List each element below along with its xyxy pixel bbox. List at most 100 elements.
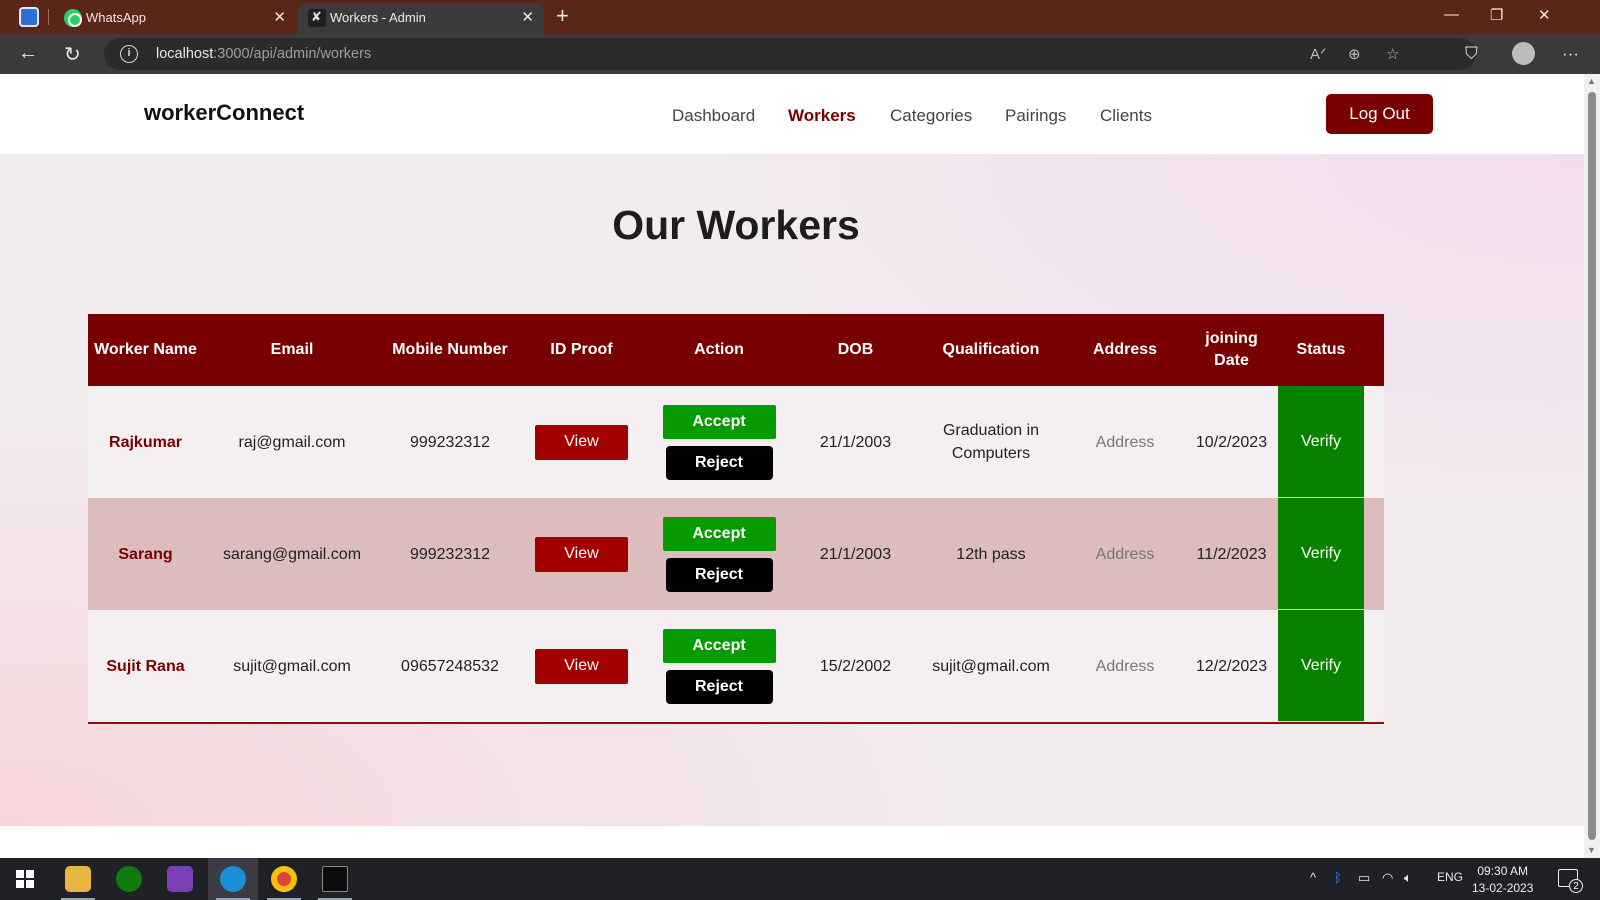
- taskbar-clock[interactable]: 09:30 AM 13-02-2023: [1472, 863, 1533, 897]
- column-header: joining Date: [1205, 330, 1258, 369]
- nav-workers[interactable]: Workers: [788, 106, 856, 126]
- restore-window-button[interactable]: ❐: [1490, 6, 1503, 24]
- column-header: Status: [1296, 341, 1346, 358]
- worker-qualification: sujit@gmail.com: [932, 657, 1050, 675]
- browser-tab-bar: WhatsApp ✕ Workers - Admin ✕ + — ❐ ✕: [0, 0, 1600, 34]
- minimize-window-button[interactable]: —: [1444, 6, 1459, 23]
- reject-button[interactable]: Reject: [665, 669, 773, 704]
- column-header: Mobile Number: [392, 341, 508, 358]
- nav-pairings[interactable]: Pairings: [1005, 106, 1066, 126]
- id-proof-cell: View: [519, 498, 644, 610]
- tab-separator: [48, 9, 49, 25]
- windows-start-icon[interactable]: [16, 870, 34, 888]
- workspaces-icon[interactable]: [19, 7, 39, 27]
- table-row: Sarang sarang@gmail.com 999232312 View A…: [88, 498, 1384, 610]
- worker-email: raj@gmail.com: [238, 433, 346, 451]
- whatsapp-icon: [64, 9, 82, 27]
- show-hidden-icons-chevron-icon[interactable]: ^: [1310, 870, 1316, 885]
- worker-qualification: Graduation in Computers: [942, 422, 1040, 462]
- worker-email: sujit@gmail.com: [233, 657, 351, 675]
- wifi-icon[interactable]: ◠: [1382, 870, 1393, 886]
- page-footer: [0, 826, 1584, 858]
- accept-button[interactable]: Accept: [662, 628, 776, 663]
- logout-button[interactable]: Log Out: [1326, 94, 1433, 134]
- volume-icon[interactable]: 🔈︎: [1404, 870, 1412, 886]
- zoom-icon[interactable]: ⊕: [1348, 45, 1361, 63]
- nav-categories[interactable]: Categories: [890, 106, 972, 126]
- read-aloud-icon[interactable]: Aᐟ: [1310, 45, 1326, 63]
- column-header: Email: [270, 341, 314, 358]
- terminal-icon[interactable]: [322, 866, 348, 892]
- column-header: Action: [694, 341, 744, 358]
- battery-icon[interactable]: ▭: [1358, 870, 1370, 886]
- windows-taskbar: ^ ᛒ ▭ ◠ 🔈︎ ENG 09:30 AM 13-02-2023 2: [0, 858, 1600, 900]
- browser-essentials-icon[interactable]: ⛉: [1465, 44, 1478, 64]
- notification-count-badge: 2: [1569, 879, 1583, 893]
- media-app-icon[interactable]: [167, 866, 193, 892]
- verify-status-button[interactable]: Verify: [1278, 610, 1364, 722]
- worker-joining-date: 11/2/2023: [1196, 545, 1267, 563]
- scroll-down-arrow-icon[interactable]: ▼: [1587, 845, 1596, 855]
- tab-title: Workers - Admin: [330, 10, 426, 25]
- worker-email: sarang@gmail.com: [222, 545, 362, 563]
- view-id-proof-button[interactable]: View: [535, 424, 628, 460]
- view-id-proof-button[interactable]: View: [535, 648, 628, 684]
- tab-close-icon[interactable]: ✕: [273, 8, 286, 26]
- edge-browser-icon[interactable]: [220, 866, 246, 892]
- site-info-icon[interactable]: i: [120, 45, 138, 63]
- accept-button[interactable]: Accept: [662, 404, 776, 439]
- url-field[interactable]: i localhost:3000/api/admin/workers Aᐟ ⊕ …: [104, 38, 1476, 70]
- worker-joining-date: 12/2/2023: [1195, 657, 1268, 675]
- back-button[interactable]: ←: [18, 42, 38, 65]
- column-header: Worker Name: [94, 341, 197, 358]
- chrome-icon[interactable]: [271, 866, 297, 892]
- id-proof-cell: View: [519, 610, 644, 722]
- column-header: Qualification: [942, 341, 1040, 358]
- reject-button[interactable]: Reject: [665, 557, 773, 592]
- column-header: DOB: [837, 341, 874, 358]
- table-row: Rajkumar raj@gmail.com 999232312 View Ac…: [88, 386, 1384, 498]
- url-text[interactable]: localhost:3000/api/admin/workers: [156, 46, 371, 62]
- worker-joining-date: 10/2/2023: [1195, 433, 1268, 451]
- worker-qualification: 12th pass: [956, 545, 1026, 563]
- reload-button[interactable]: ↻: [64, 42, 81, 67]
- tab-close-icon[interactable]: ✕: [521, 8, 534, 26]
- close-window-button[interactable]: ✕: [1538, 6, 1551, 24]
- tab-workers-admin[interactable]: Workers - Admin ✕: [298, 3, 544, 34]
- xbox-icon[interactable]: [116, 866, 142, 892]
- verify-status-button[interactable]: Verify: [1278, 386, 1364, 498]
- file-explorer-icon[interactable]: [65, 866, 91, 892]
- more-menu-icon[interactable]: ···: [1562, 44, 1579, 64]
- worker-address: Address: [1095, 657, 1155, 675]
- column-header: ID Proof: [550, 341, 613, 358]
- action-cell: Accept Reject: [644, 386, 794, 498]
- column-header: Address: [1092, 341, 1158, 358]
- tab-title: WhatsApp: [86, 10, 146, 25]
- worker-mobile: 09657248532: [401, 657, 499, 675]
- view-id-proof-button[interactable]: View: [535, 536, 628, 572]
- worker-mobile: 999232312: [409, 433, 491, 451]
- workers-table: Worker Name Email Mobile Number ID Proof…: [88, 314, 1384, 724]
- table-row: Sujit Rana sujit@gmail.com 09657248532 V…: [88, 610, 1384, 724]
- favorite-star-icon[interactable]: ☆: [1386, 45, 1399, 63]
- new-tab-button[interactable]: +: [556, 3, 569, 29]
- nav-dashboard[interactable]: Dashboard: [672, 106, 755, 126]
- app-favicon-icon: [308, 9, 326, 27]
- browser-address-bar: ← ↻ i localhost:3000/api/admin/workers A…: [0, 34, 1600, 74]
- bluetooth-icon[interactable]: ᛒ: [1334, 870, 1342, 885]
- page-viewport: workerConnect Dashboard Workers Categori…: [0, 74, 1584, 858]
- accept-button[interactable]: Accept: [662, 516, 776, 551]
- scrollbar-thumb[interactable]: [1588, 92, 1596, 840]
- page-title: Our Workers: [612, 202, 860, 248]
- scroll-up-arrow-icon[interactable]: ▲: [1587, 76, 1596, 86]
- table-header-row: Worker Name Email Mobile Number ID Proof…: [88, 314, 1384, 386]
- tab-whatsapp[interactable]: WhatsApp ✕: [54, 3, 296, 34]
- profile-avatar-icon[interactable]: [1512, 42, 1535, 65]
- brand-logo[interactable]: workerConnect: [144, 100, 304, 126]
- verify-status-button[interactable]: Verify: [1278, 498, 1364, 610]
- clock-time: 09:30 AM: [1477, 864, 1529, 878]
- worker-mobile: 999232312: [409, 545, 491, 563]
- reject-button[interactable]: Reject: [665, 445, 773, 480]
- language-indicator[interactable]: ENG: [1437, 870, 1463, 884]
- nav-clients[interactable]: Clients: [1100, 106, 1152, 126]
